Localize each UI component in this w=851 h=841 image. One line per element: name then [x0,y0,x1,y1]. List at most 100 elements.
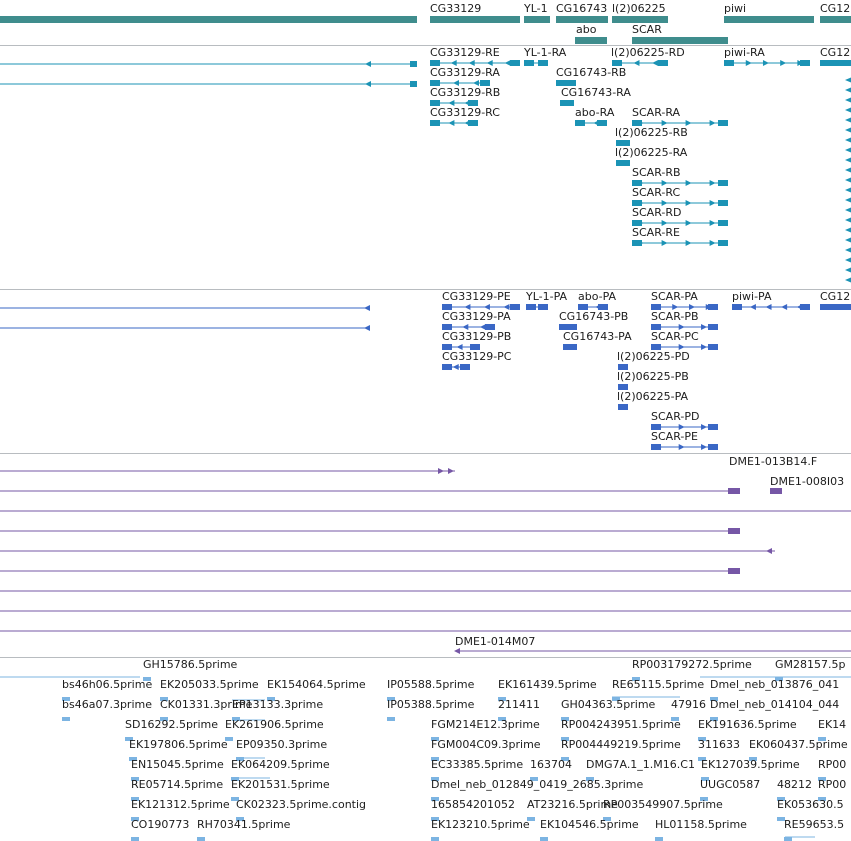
gene-bar[interactable] [575,37,607,44]
exon-block[interactable] [651,444,661,450]
feature-label[interactable]: RE59653.5 [784,818,844,831]
feature-label[interactable]: EN15045.5prime [131,758,224,771]
feature-label[interactable]: RP003179272.5prime [632,658,752,671]
feature-label[interactable]: HL01158.5prime [655,818,747,831]
feature-label[interactable]: EK197806.5prime [129,738,228,751]
feature-label[interactable]: piwi [724,2,746,15]
feature-label[interactable]: EC33385.5prime [431,758,523,771]
feature-label[interactable]: EK060437.5prime [749,738,848,751]
feature-label[interactable]: EP09350.3prime [236,738,327,751]
gene-bar[interactable] [820,16,851,23]
feature-label[interactable]: EK104546.5prime [540,818,639,831]
feature-label[interactable]: DME1-008I03 [770,475,844,488]
feature-label[interactable]: EK121312.5prime [131,798,230,811]
exon-block[interactable] [526,304,536,310]
exon-block[interactable] [718,180,728,186]
est-block[interactable] [540,837,548,841]
feature-label[interactable]: CG16743-PB [559,310,628,323]
feature-label[interactable]: EK261906.5prime [225,718,324,731]
feature-label[interactable]: 163704 [530,758,572,771]
feature-label[interactable]: 48212 [777,778,812,791]
feature-label[interactable]: SCAR-PC [651,330,699,343]
feature-label[interactable]: DME1-013B14.F [729,455,817,468]
feature-label[interactable]: l(2)06225-RD [611,46,685,59]
exon-block[interactable] [410,81,417,87]
exon-block[interactable] [538,304,548,310]
feature-label[interactable]: GH15786.5prime [143,658,237,671]
est-block[interactable] [131,837,139,841]
feature-label[interactable]: EK123210.5prime [431,818,530,831]
exon-block[interactable] [732,304,742,310]
gene-bar[interactable] [724,16,814,23]
exon-block[interactable] [597,120,607,126]
feature-label[interactable]: RP00 [818,758,846,771]
feature-label[interactable]: EK191636.5prime [698,718,797,731]
feature-label[interactable]: SCAR-RB [632,166,681,179]
feature-label[interactable]: YL-1-RA [524,46,566,59]
feature-label[interactable]: CG33129-PB [442,330,511,343]
feature-label[interactable]: CG33129-PC [442,350,511,363]
feature-label[interactable]: CG33129-RC [430,106,500,119]
feature-label[interactable]: Dmel_neb_012849_0419_2685.3prime [431,778,643,791]
exon-block[interactable] [510,60,520,66]
exon-block[interactable] [708,304,718,310]
exon-block[interactable] [575,120,585,126]
feature-label[interactable]: CG33129-RA [430,66,500,79]
exon-block[interactable] [560,100,574,106]
feature-label[interactable]: DME1-014M07 [455,635,535,648]
feature-label[interactable]: SCAR [632,23,662,36]
feature-label[interactable]: RH70341.5prime [197,818,290,831]
feature-label[interactable]: DMG7A.1_1.M16.C1 [586,758,695,771]
feature-label[interactable]: UUGC0587 [700,778,760,791]
exon-block[interactable] [728,528,740,534]
feature-label[interactable]: CK02323.5prime.contig [236,798,366,811]
exon-block[interactable] [616,160,630,166]
feature-label[interactable]: CG12 [820,290,850,303]
exon-block[interactable] [658,60,668,66]
feature-label[interactable]: SCAR-RE [632,226,680,239]
feature-label[interactable]: RE65115.5prime [612,678,704,691]
exon-block[interactable] [563,344,577,350]
feature-label[interactable]: CG33129-PA [442,310,511,323]
feature-label[interactable]: FGM004C09.3prime [431,738,541,751]
feature-label[interactable]: CG33129-RE [430,46,500,59]
est-block[interactable] [784,837,792,841]
feature-label[interactable]: Dmel_neb_013876_041 [710,678,839,691]
feature-label[interactable]: l(2)06225-RA [615,146,687,159]
feature-label[interactable]: CG33129-PE [442,290,511,303]
feature-label[interactable]: CG16743 [556,2,607,15]
feature-label[interactable]: SCAR-PB [651,310,699,323]
feature-label[interactable]: piwi-PA [732,290,772,303]
feature-label[interactable]: EK14 [818,718,846,731]
est-block[interactable] [62,717,70,721]
feature-label[interactable]: IP05388.5prime [387,698,474,711]
feature-label[interactable]: SD16292.5prime [125,718,218,731]
gene-bar[interactable] [430,16,520,23]
exon-block[interactable] [718,200,728,206]
feature-label[interactable]: CG12 [820,46,850,59]
feature-label[interactable]: l(2)06225 [612,2,666,15]
feature-label[interactable]: bs46h06.5prime [62,678,152,691]
feature-label[interactable]: SCAR-RC [632,186,680,199]
exon-block[interactable] [468,120,478,126]
exon-block[interactable] [510,304,520,310]
gene-bar[interactable] [632,37,728,44]
feature-label[interactable]: CG33129 [430,2,481,15]
feature-label[interactable]: l(2)06225-PB [617,370,689,383]
est-block[interactable] [197,837,205,841]
feature-label[interactable]: CG16743-PA [563,330,632,343]
est-block[interactable] [655,837,663,841]
feature-label[interactable]: SCAR-PE [651,430,698,443]
feature-label[interactable]: l(2)06225-PA [617,390,688,403]
feature-label[interactable]: l(2)06225-RB [615,126,688,139]
exon-block[interactable] [770,488,782,494]
feature-label[interactable]: EK053630.5 [777,798,844,811]
exon-block[interactable] [718,240,728,246]
feature-label[interactable]: 311633 [698,738,740,751]
feature-label[interactable]: FGM214E12.3prime [431,718,540,731]
feature-label[interactable]: l(2)06225-PD [617,350,690,363]
feature-label[interactable]: abo-PA [578,290,616,303]
feature-label[interactable]: Dmel_neb_014104_044 [710,698,839,711]
exon-block[interactable] [724,60,734,66]
feature-label[interactable]: EK161439.5prime [498,678,597,691]
